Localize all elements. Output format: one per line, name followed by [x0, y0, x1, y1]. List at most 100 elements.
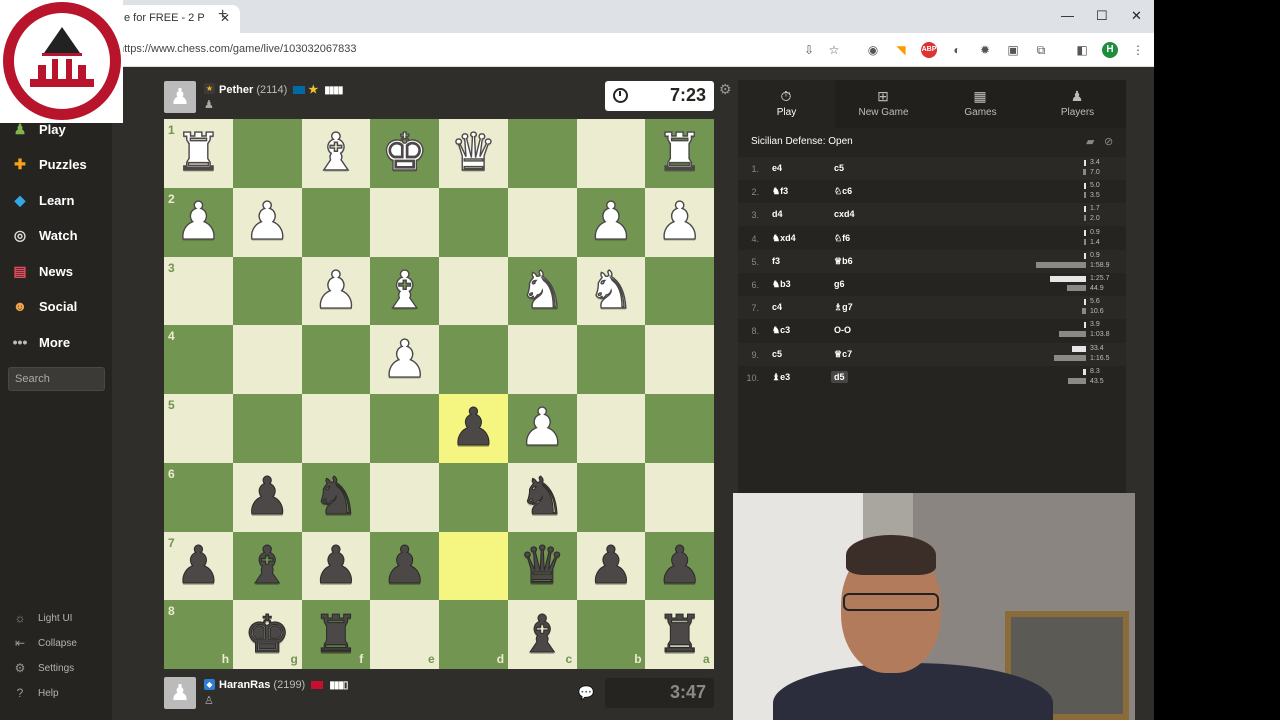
- board-square[interactable]: [645, 325, 714, 394]
- extension-icon[interactable]: ◉: [865, 42, 881, 58]
- white-move[interactable]: c5: [772, 349, 782, 359]
- white-move[interactable]: d4: [772, 209, 783, 219]
- sidebar-item-learn[interactable]: ◆ Learn: [10, 189, 75, 211]
- avatar[interactable]: ♟: [164, 677, 196, 709]
- black-move[interactable]: d5: [831, 370, 848, 383]
- black-pawn-icon[interactable]: ♟: [302, 532, 371, 601]
- board-square[interactable]: [507, 119, 577, 188]
- tab-players[interactable]: ♟ Players: [1029, 80, 1126, 128]
- black-pawn-icon[interactable]: ♟: [233, 463, 302, 532]
- black-pawn-icon[interactable]: ♟: [645, 532, 714, 601]
- white-move[interactable]: ♞c3: [772, 325, 790, 336]
- black-knight-icon[interactable]: ♞: [302, 463, 371, 532]
- sidebar-item-more[interactable]: ••• More: [10, 331, 70, 353]
- board-square[interactable]: [439, 187, 508, 257]
- board-square[interactable]: [370, 462, 439, 532]
- board-square[interactable]: [439, 256, 508, 326]
- board-square[interactable]: [370, 187, 439, 257]
- white-move[interactable]: c4: [772, 302, 782, 312]
- white-bishop-icon[interactable]: ♝: [302, 119, 371, 188]
- white-queen-icon[interactable]: ♛: [439, 119, 508, 188]
- chess-board[interactable]: ♜ ♝ ♚ ♛ ♜ ♟ ♟ ♟ ♟ ♟ ♝ ♞ ♞ ♟ ♟ ♟ ♟ ♞ ♞ ♟ ♝ ♟ ♟ ♛ ♟ ♟ ♚ ♜ ♝ ♜ 1 2 3 4 5 6 7 8 h g…: [164, 119, 714, 669]
- black-pawn-icon[interactable]: ♟: [370, 532, 439, 601]
- board-square[interactable]: [507, 325, 577, 394]
- close-window-icon[interactable]: ✕: [1131, 8, 1142, 24]
- black-move[interactable]: ♕c7: [834, 349, 852, 360]
- black-knight-icon[interactable]: ♞: [508, 463, 577, 532]
- black-move[interactable]: c5: [834, 163, 844, 173]
- black-move[interactable]: ♕b6: [834, 256, 853, 267]
- board-square[interactable]: [232, 394, 302, 463]
- sidebar-footer-collapse[interactable]: ⇤ Collapse: [12, 635, 77, 651]
- black-pawn-icon[interactable]: ♟: [577, 532, 646, 601]
- white-pawn-icon[interactable]: ♟: [645, 188, 714, 257]
- board-square[interactable]: [439, 325, 508, 394]
- sidebar-footer-help[interactable]: ? Help: [12, 685, 59, 701]
- search-input[interactable]: [8, 367, 105, 391]
- white-move[interactable]: ♞xd4: [772, 233, 796, 244]
- rss-icon[interactable]: ◥: [893, 42, 909, 58]
- white-pawn-icon[interactable]: ♟: [370, 325, 439, 394]
- white-bishop-icon[interactable]: ♝: [370, 257, 439, 326]
- sidebar-item-news[interactable]: ▤ News: [10, 260, 73, 282]
- puzzle-piece-icon[interactable]: ⧉: [1033, 42, 1049, 58]
- black-move[interactable]: cxd4: [834, 209, 855, 219]
- extension-icon[interactable]: ▣: [1005, 42, 1021, 58]
- black-move[interactable]: ♘f6: [834, 233, 850, 244]
- white-knight-icon[interactable]: ♞: [577, 257, 646, 326]
- black-move[interactable]: O-O: [834, 325, 851, 335]
- tab-new-game[interactable]: ⊞ New Game: [835, 80, 932, 128]
- black-move[interactable]: ♘c6: [834, 186, 852, 197]
- board-square[interactable]: [301, 394, 371, 463]
- white-move[interactable]: ♞f3: [772, 186, 788, 197]
- sidebar-footer-light-ui[interactable]: ☼ Light UI: [12, 610, 73, 626]
- install-app-icon[interactable]: ⇩: [801, 42, 817, 58]
- white-pawn-icon[interactable]: ♟: [302, 257, 371, 326]
- sidebar-footer-settings[interactable]: ⚙ Settings: [12, 660, 75, 676]
- black-bishop-icon[interactable]: ♝: [233, 532, 302, 601]
- maximize-icon[interactable]: ☐: [1096, 8, 1108, 24]
- white-move[interactable]: ♝e3: [772, 372, 790, 383]
- white-move[interactable]: f3: [772, 256, 780, 266]
- board-square[interactable]: [645, 462, 714, 532]
- black-move[interactable]: g6: [834, 279, 845, 289]
- bookmark-star-icon[interactable]: ☆: [826, 42, 842, 58]
- board-square[interactable]: [370, 394, 439, 463]
- tab-play[interactable]: ⏱ Play: [738, 80, 835, 128]
- white-knight-icon[interactable]: ♞: [508, 257, 577, 326]
- black-queen-icon[interactable]: ♛: [508, 532, 577, 601]
- sidebar-item-social[interactable]: ☻ Social: [10, 295, 78, 317]
- white-pawn-icon[interactable]: ♟: [577, 188, 646, 257]
- board-square[interactable]: [576, 394, 646, 463]
- url-field[interactable]: https://www.chess.com/game/live/10303206…: [118, 43, 356, 55]
- white-king-icon[interactable]: ♚: [370, 119, 439, 188]
- side-panel-icon[interactable]: ◧: [1074, 42, 1090, 58]
- player-name[interactable]: Pether (2114) ★ ▮▮▮▮: [219, 83, 343, 96]
- minimize-icon[interactable]: —: [1061, 8, 1074, 23]
- board-square[interactable]: [301, 187, 371, 257]
- chat-icon[interactable]: 💬: [578, 685, 594, 701]
- book-icon[interactable]: ▰: [1086, 135, 1094, 148]
- white-rook-icon[interactable]: ♜: [645, 119, 714, 188]
- extension-icon[interactable]: ◐: [949, 42, 965, 58]
- board-settings-gear-icon[interactable]: ⚙: [719, 81, 732, 98]
- sidebar-item-watch[interactable]: ◎ Watch: [10, 224, 78, 246]
- player-name[interactable]: HaranRas (2199) ▮▮▮▯: [219, 679, 348, 691]
- white-pawn-icon[interactable]: ♟: [508, 394, 577, 463]
- board-square[interactable]: [301, 325, 371, 394]
- white-pawn-icon[interactable]: ♟: [233, 188, 302, 257]
- board-square[interactable]: [576, 462, 646, 532]
- black-pawn-icon[interactable]: ♟: [439, 394, 508, 463]
- board-square[interactable]: [576, 325, 646, 394]
- avatar[interactable]: ♟: [164, 81, 196, 113]
- sidebar-item-puzzles[interactable]: ✚ Puzzles: [10, 153, 87, 175]
- black-move[interactable]: ♗g7: [834, 302, 853, 313]
- menu-dots-icon[interactable]: ⋮: [1130, 42, 1146, 58]
- white-move[interactable]: ♞b3: [772, 279, 791, 290]
- white-move[interactable]: e4: [772, 163, 782, 173]
- board-square[interactable]: [439, 462, 508, 532]
- explorer-icon[interactable]: ⊘: [1104, 135, 1113, 148]
- new-tab-icon[interactable]: +: [218, 6, 227, 24]
- tab-games[interactable]: ▦ Games: [932, 80, 1029, 128]
- extension-icon[interactable]: ✹: [977, 42, 993, 58]
